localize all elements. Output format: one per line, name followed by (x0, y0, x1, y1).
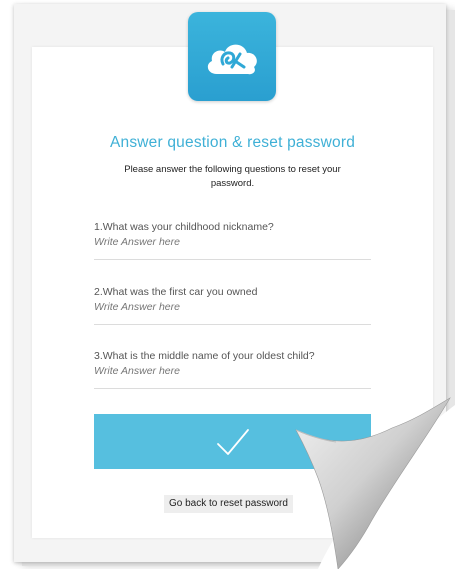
question-1: 1.What was your childhood nickname? (94, 221, 371, 260)
question-2: 2.What was the first car you owned (94, 286, 371, 325)
page-subtitle: Please answer the following questions to… (124, 164, 341, 189)
back-to-reset-button[interactable]: Go back to reset password (164, 495, 293, 513)
question-1-label: 1.What was your childhood nickname? (94, 221, 274, 233)
submit-button[interactable] (94, 414, 371, 469)
stage: Answer question & reset password Please … (0, 0, 455, 569)
checkmark-icon (216, 428, 249, 455)
answer-2-input[interactable] (94, 301, 371, 313)
answer-1-input[interactable] (94, 236, 371, 248)
question-3: 3.What is the middle name of your oldest… (94, 350, 371, 389)
cloud-logo-icon (207, 44, 257, 74)
answer-3-input[interactable] (94, 365, 371, 377)
app-logo (188, 12, 276, 101)
question-3-label: 3.What is the middle name of your oldest… (94, 350, 315, 362)
question-2-label: 2.What was the first car you owned (94, 286, 258, 298)
page-title: Answer question & reset password (109, 134, 356, 151)
